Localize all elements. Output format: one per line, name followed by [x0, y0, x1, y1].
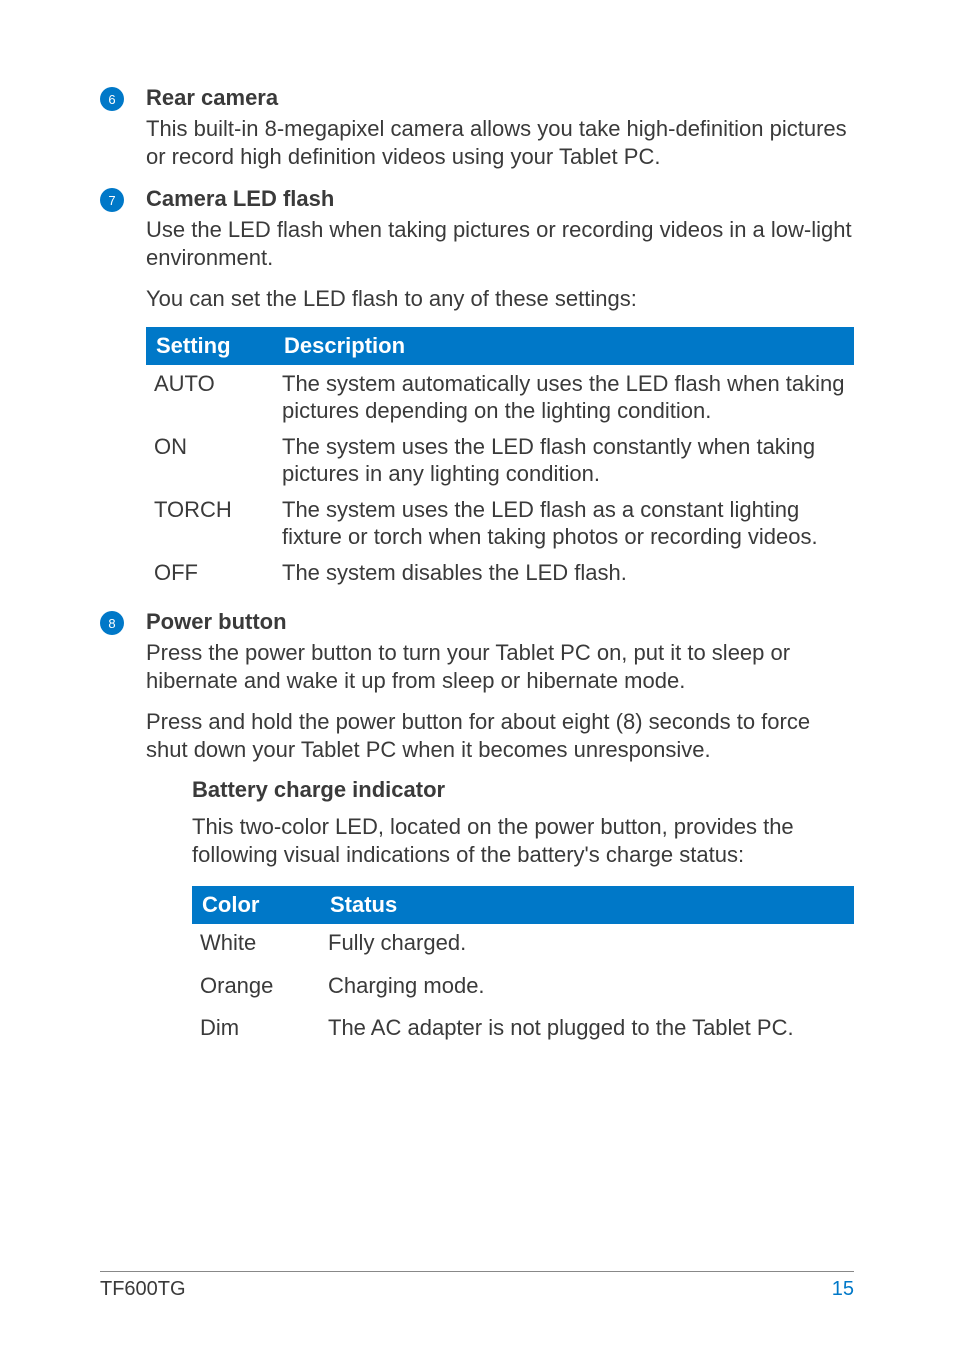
table-cell: The system disables the LED flash. [274, 554, 854, 590]
battery-subsection: Battery charge indicator This two-color … [192, 777, 854, 1052]
table-row: White Fully charged. [192, 924, 854, 967]
table-cell: Orange [192, 967, 320, 1010]
table-row: TORCH The system uses the LED flash as a… [146, 491, 854, 554]
page-footer: TF600TG 15 [100, 1271, 854, 1301]
table-cell: Dim [192, 1009, 320, 1052]
table-cell: OFF [146, 554, 274, 590]
page-content: 6 Rear camera This built-in 8-megapixel … [0, 0, 954, 1070]
table-cell: AUTO [146, 365, 274, 428]
led-flash-table: Setting Description AUTO The system auto… [146, 327, 854, 590]
item-paragraph: Use the LED flash when taking pictures o… [146, 216, 854, 271]
callout-badge-8: 8 [100, 611, 124, 635]
item-paragraph: You can set the LED flash to any of thes… [146, 285, 854, 313]
table-row: OFF The system disables the LED flash. [146, 554, 854, 590]
table-row: Dim The AC adapter is not plugged to the… [192, 1009, 854, 1052]
table-cell: The system automatically uses the LED fl… [274, 365, 854, 428]
table-cell: Fully charged. [320, 924, 854, 967]
item-paragraph: This built-in 8-megapixel camera allows … [146, 115, 854, 170]
item-8: 8 Power button Press the power button to… [100, 609, 854, 1070]
table-cell: The AC adapter is not plugged to the Tab… [320, 1009, 854, 1052]
table-cell: The system uses the LED flash as a const… [274, 491, 854, 554]
table-header-setting: Setting [146, 327, 274, 365]
sub-text: This two-color LED, located on the power… [192, 813, 854, 868]
sub-title: Battery charge indicator [192, 777, 854, 803]
item-title: Rear camera [146, 85, 854, 111]
table-header-color: Color [192, 886, 320, 924]
table-cell: The system uses the LED flash constantly… [274, 428, 854, 491]
table-row: ON The system uses the LED flash constan… [146, 428, 854, 491]
table-cell: White [192, 924, 320, 967]
item-paragraph: Press and hold the power button for abou… [146, 708, 854, 763]
table-cell: Charging mode. [320, 967, 854, 1010]
item-7: 7 Camera LED flash Use the LED flash whe… [100, 186, 854, 607]
item-paragraph: Press the power button to turn your Tabl… [146, 639, 854, 694]
table-row: Orange Charging mode. [192, 967, 854, 1010]
item-title: Camera LED flash [146, 186, 854, 212]
table-header-description: Description [274, 327, 854, 365]
item-title: Power button [146, 609, 854, 635]
table-cell: TORCH [146, 491, 274, 554]
table-cell: ON [146, 428, 274, 491]
footer-page-number: 15 [832, 1278, 854, 1301]
callout-badge-7: 7 [100, 188, 124, 212]
callout-badge-6: 6 [100, 87, 124, 111]
item-6: 6 Rear camera This built-in 8-megapixel … [100, 85, 854, 184]
footer-model: TF600TG [100, 1278, 186, 1301]
table-header-status: Status [320, 886, 854, 924]
table-row: AUTO The system automatically uses the L… [146, 365, 854, 428]
battery-table: Color Status White Fully charged. Orange… [192, 886, 854, 1052]
